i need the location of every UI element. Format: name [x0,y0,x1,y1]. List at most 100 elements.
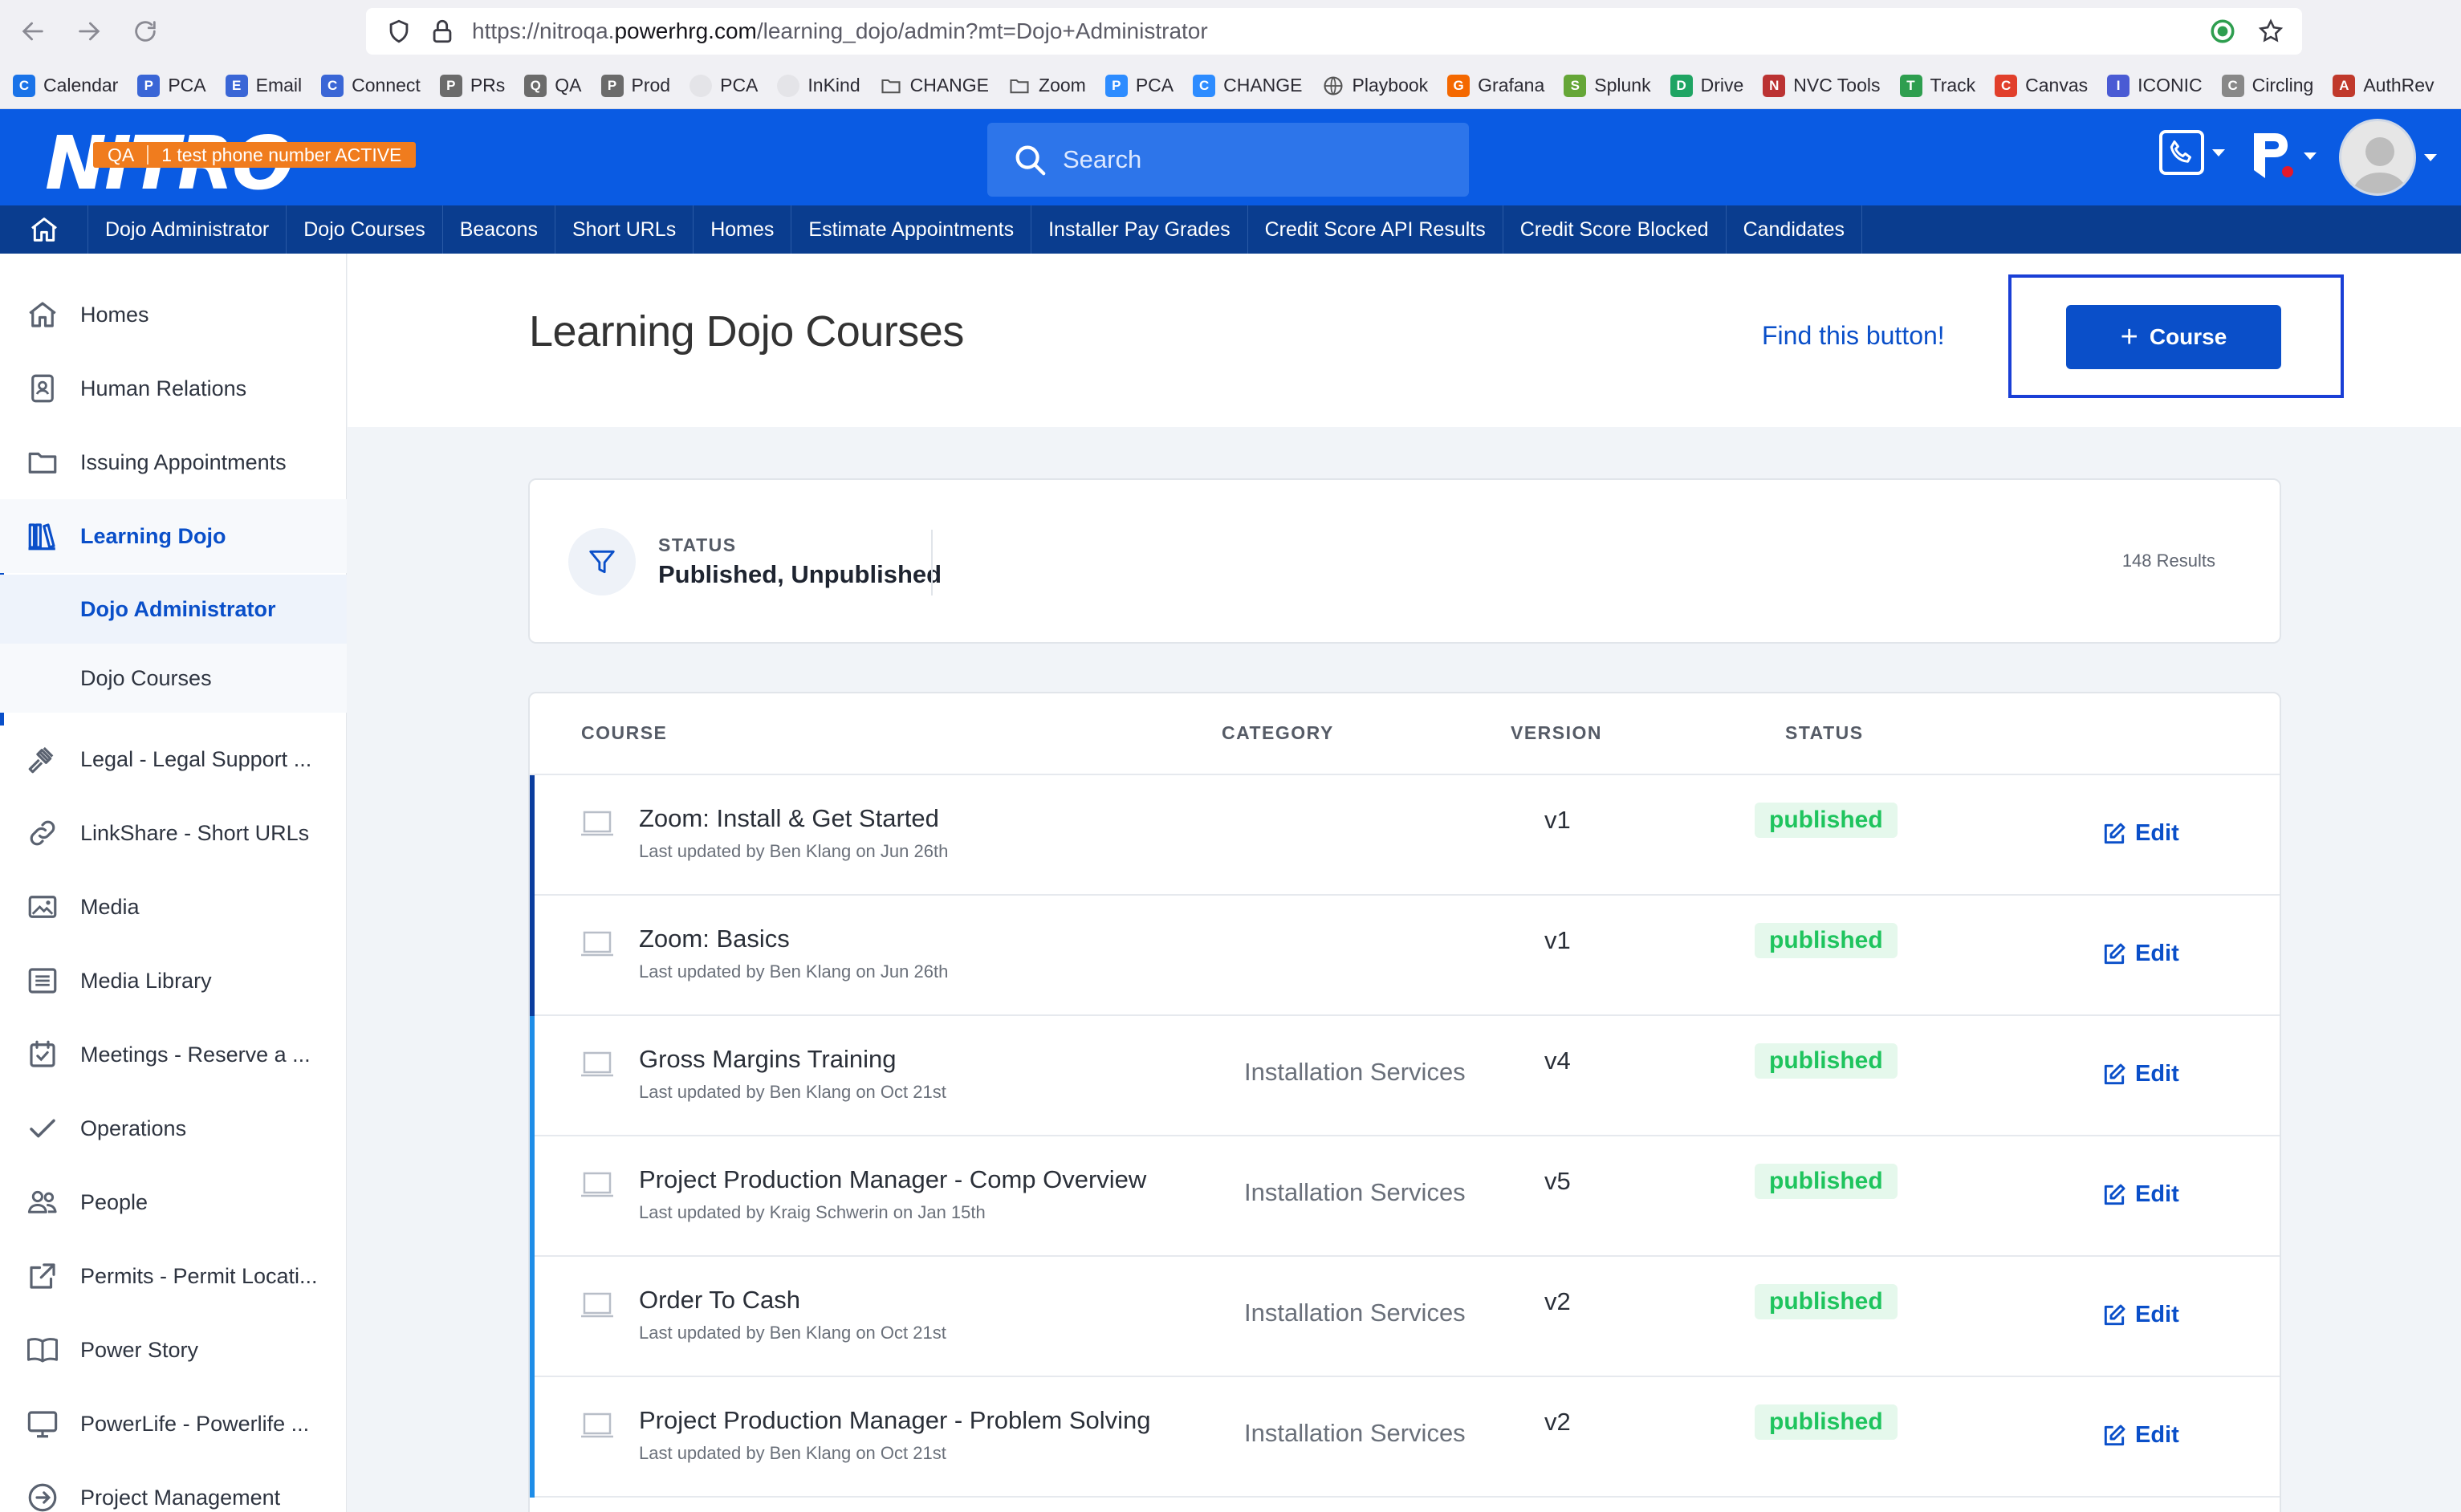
subnav-tab[interactable]: Estimate Appointments [791,205,1032,254]
course-name[interactable]: Zoom: Basics [639,925,790,953]
sidebar-item[interactable]: People [0,1165,347,1239]
bookmark-star-icon[interactable] [2257,18,2284,45]
bookmark-label: Connect [352,75,421,96]
sidebar-item[interactable]: Media [0,870,347,944]
sidebar-item[interactable]: Power Story [0,1313,347,1387]
sidebar-item[interactable]: Media Library [0,944,347,1018]
global-search[interactable] [987,123,1469,197]
column-header-course[interactable]: COURSE [581,722,667,744]
bookmark-item[interactable]: C Connect [321,74,421,97]
bookmark-item[interactable]: G Grafana [1447,74,1544,97]
sidebar-item[interactable]: Learning Dojo [0,499,347,573]
subnav-tab[interactable]: Beacons [443,205,555,254]
user-menu-button[interactable] [2339,119,2437,196]
edit-button[interactable]: Edit [2101,1181,2179,1208]
sidebar-item[interactable]: Permits - Permit Locati... [0,1239,347,1313]
nvc-icon: N [1763,74,1786,97]
bookmark-item[interactable]: C Calendar [13,74,118,97]
bookmark-label: QA [555,75,582,96]
sidebar-subitem[interactable]: Dojo Courses [0,644,347,713]
bookmark-item[interactable]: C CHANGE [1193,74,1303,97]
table-row[interactable]: Zoom: Basics Last updated by Ben Klang on… [530,896,2280,1016]
bookmark-item[interactable]: P PRs [439,74,505,97]
table-row[interactable]: Gross Margins Training Last updated by Be… [530,1016,2280,1136]
search-input[interactable] [1063,145,1448,174]
sidebar-item[interactable]: Issuing Appointments [0,425,347,499]
course-name[interactable]: Project Production Manager - Problem Sol… [639,1406,1151,1435]
sidebar-item[interactable]: Project Management [0,1461,347,1512]
bookmark-item[interactable]: P Prod [600,74,670,97]
table-row[interactable]: Project Production Manager - Problem Sol… [530,1377,2280,1498]
back-button[interactable] [5,0,61,63]
sidebar-item[interactable]: Meetings - Reserve a ... [0,1018,347,1091]
sidebar-item[interactable]: Operations [0,1091,347,1165]
column-header-category[interactable]: CATEGORY [1222,722,1334,744]
subnav-tab[interactable]: Homes [694,205,792,254]
bookmark-item[interactable]: T Track [1899,74,1975,97]
sidebar-item[interactable]: PowerLife - Powerlife ... [0,1387,347,1461]
bookmark-item[interactable]: I ICONIC [2107,74,2203,97]
course-name[interactable]: Order To Cash [639,1286,800,1315]
filter-button[interactable] [568,528,636,595]
bookmark-item[interactable]: D Drive [1670,74,1743,97]
subnav-tab[interactable]: Short URLs [555,205,694,254]
forward-button[interactable] [61,0,117,63]
bookmark-item[interactable]: PCA [689,74,758,97]
table-row[interactable]: Project Production Manager - Comp Overvi… [530,1136,2280,1257]
bookmark-item[interactable]: S Splunk [1564,74,1651,97]
bookmark-item[interactable]: A AuthRev [2333,74,2435,97]
bookmark-item[interactable]: C Circling [2221,74,2313,97]
edit-button[interactable]: Edit [2101,1061,2179,1087]
user-silhouette-icon [2352,137,2408,193]
chevron-down-icon [2424,153,2437,161]
subnav-tab[interactable]: Credit Score Blocked [1503,205,1727,254]
bookmark-item[interactable]: P PCA [1104,74,1174,97]
table-row[interactable]: Zoom: Install & Get Started Last updated … [530,775,2280,896]
sidebar: Homes Human Relations Issuing Appointments… [0,254,347,1512]
grafana-icon: G [1447,74,1470,97]
course-name[interactable]: Zoom: Install & Get Started [639,804,939,833]
table-row[interactable]: Order To Cash Last updated by Ben Klang o… [530,1257,2280,1377]
subnav-tab[interactable]: Dojo Courses [287,205,443,254]
address-bar[interactable]: https://nitroqa.powerhrg.com/learning_do… [366,8,2302,55]
course-category: Installation Services [1244,1299,1466,1327]
bookmark-item[interactable]: Zoom [1008,75,1086,97]
find-this-button-link[interactable]: Find this button! [1762,321,1945,351]
bookmark-item[interactable]: N NVC Tools [1763,74,1881,97]
bookmark-item[interactable]: CHANGE [880,75,989,97]
subnav-tab[interactable]: Credit Score API Results [1248,205,1503,254]
filter-value[interactable]: Published, Unpublished [658,560,942,589]
bookmark-item[interactable]: E Email [225,74,302,97]
edit-button[interactable]: Edit [2101,1422,2179,1449]
bookmark-item[interactable]: C Canvas [1995,74,2088,97]
add-course-button[interactable]: + Course [2066,305,2281,369]
edit-button[interactable]: Edit [2101,1302,2179,1328]
sidebar-item[interactable]: Legal - Legal Support ... [0,722,347,796]
qa-icon: Q [524,74,547,97]
sidebar-subitem[interactable]: Dojo Administrator [0,575,347,644]
subnav-tab[interactable]: Candidates [1727,205,1863,254]
subnav-home[interactable] [0,205,88,254]
bookmark-item[interactable]: InKind [777,74,860,97]
sidebar-item[interactable]: Human Relations [0,352,347,425]
reload-button[interactable] [117,0,173,63]
edit-button[interactable]: Edit [2101,941,2179,967]
extension-icon[interactable] [2209,18,2236,45]
course-name[interactable]: Gross Margins Training [639,1045,896,1074]
power-menu-button[interactable] [2247,130,2317,181]
sidebar-item[interactable]: Homes [0,278,347,352]
subnav-tab[interactable]: Installer Pay Grades [1031,205,1248,254]
bookmark-item[interactable]: Playbook [1322,75,1428,97]
bookmark-item[interactable]: P PCA [137,74,206,97]
course-name[interactable]: Project Production Manager - Comp Overvi… [639,1165,1146,1194]
subnav-tab[interactable]: Dojo Administrator [88,205,287,254]
edit-button[interactable]: Edit [2101,820,2179,847]
edit-label: Edit [2135,1061,2179,1087]
column-header-version[interactable]: VERSION [1511,722,1602,744]
row-accent [530,1257,535,1377]
phone-menu-button[interactable] [2159,130,2225,175]
bookmark-item[interactable]: Q QA [524,74,582,97]
edit-icon [2104,1063,2125,1084]
column-header-status[interactable]: STATUS [1785,722,1864,744]
sidebar-item[interactable]: LinkShare - Short URLs [0,796,347,870]
